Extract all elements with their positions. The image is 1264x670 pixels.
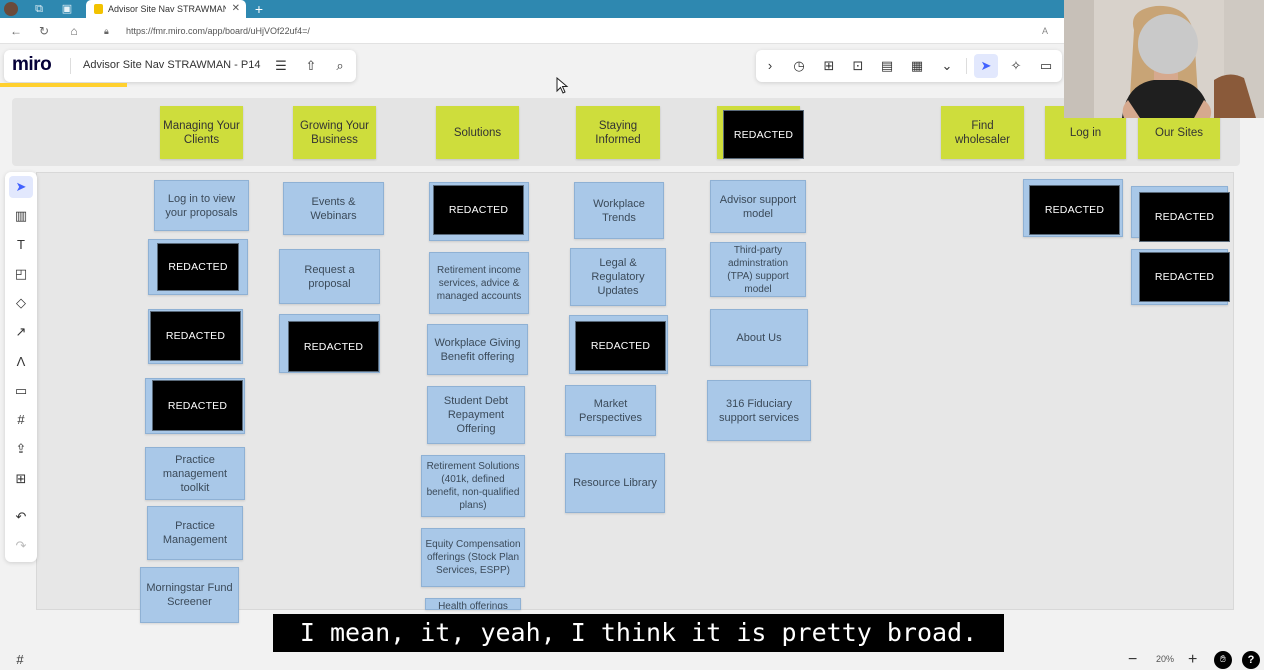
workspaces-icon[interactable]: ⧉ xyxy=(32,2,46,16)
sticky-note[interactable]: 316 Fiduciary support services xyxy=(707,380,811,441)
back-icon[interactable]: ← xyxy=(8,23,24,39)
address-bar: ← ↻ ⌂ 🔒︎ https://fmr.miro.com/app/board/… xyxy=(0,18,1064,44)
select-cursor-icon[interactable]: ➤ xyxy=(974,54,998,78)
home-icon[interactable]: ⌂ xyxy=(66,23,82,39)
sticky-note[interactable]: Log in to view your proposals xyxy=(154,180,249,231)
sticky-note[interactable]: Practice Management xyxy=(147,506,243,560)
presence-strip xyxy=(0,83,127,87)
sticky-note[interactable]: Resource Library xyxy=(565,453,665,513)
pen-icon[interactable]: Λ xyxy=(9,351,33,373)
undo-icon[interactable]: ↶ xyxy=(9,506,33,528)
redacted-block: REDACTED xyxy=(157,243,239,291)
sticky-note[interactable]: Request a proposal xyxy=(279,249,380,304)
redacted-block: REDACTED xyxy=(1139,192,1230,242)
close-tab-icon[interactable]: ✕ xyxy=(232,0,240,18)
shapes-icon[interactable]: ◇ xyxy=(9,292,33,314)
header-sticky-find-wholesaler[interactable]: Find wholesaler xyxy=(941,106,1024,159)
sticky-note[interactable]: Student Debt Repayment Offering xyxy=(427,386,525,444)
divider xyxy=(966,58,967,74)
sticky-note-icon[interactable]: ◰ xyxy=(9,263,33,285)
url-text: https://fmr.miro.com/app/board/uHjVOf22u… xyxy=(126,26,310,36)
browser-tab-active[interactable]: Advisor Site Nav STRAWMAN - P ✕ xyxy=(86,0,246,18)
redo-icon[interactable]: ↷ xyxy=(9,535,33,557)
header-sticky-solutions[interactable]: Solutions xyxy=(436,106,519,159)
miro-favicon-icon xyxy=(94,4,103,14)
select-arrow-icon[interactable]: ➤ xyxy=(9,176,33,198)
notes-list-icon[interactable]: ▦ xyxy=(909,58,925,74)
new-tab-button[interactable]: + xyxy=(252,1,266,17)
sticky-note[interactable]: Workplace Giving Benefit offering xyxy=(427,324,528,375)
connection-line-icon[interactable]: ↗ xyxy=(9,321,33,343)
share-upload-icon[interactable]: ⇧ xyxy=(303,58,319,74)
zoom-in-button[interactable]: + xyxy=(1188,650,1197,670)
read-aloud-icon[interactable]: A xyxy=(1042,22,1048,40)
redacted-block: REDACTED xyxy=(152,380,243,431)
frames-panel-icon[interactable]: # xyxy=(12,652,28,668)
redacted-block: REDACTED xyxy=(1139,252,1230,302)
timer-icon[interactable]: ◷ xyxy=(791,58,807,74)
zoom-out-button[interactable]: − xyxy=(1128,650,1137,670)
participant-video-image xyxy=(1064,0,1264,118)
hand-tool-icon[interactable]: ✋︎ xyxy=(1214,651,1232,669)
sticky-note[interactable]: Practice management toolkit xyxy=(145,447,245,500)
sticky-note[interactable]: Market Perspectives xyxy=(565,385,656,436)
miro-logo[interactable]: miro xyxy=(12,53,52,77)
header-sticky-growing[interactable]: Growing Your Business xyxy=(293,106,376,159)
frame-icon[interactable]: # xyxy=(9,409,33,431)
subtitle-caption: I mean, it, yeah, I think it is pretty b… xyxy=(273,614,1004,652)
redacted-block: REDACTED xyxy=(723,110,804,159)
profile-avatar[interactable] xyxy=(4,2,18,16)
sticky-note[interactable]: Morningstar Fund Screener xyxy=(140,567,239,623)
board-menu-panel: miro Advisor Site Nav STRAWMAN - P14 ☰ ⇧… xyxy=(4,50,356,82)
header-sticky-staying-informed[interactable]: Staying Informed xyxy=(576,106,660,159)
redacted-block: REDACTED xyxy=(150,311,241,361)
webcam-video xyxy=(1064,0,1264,118)
more-chevron-icon[interactable]: ⌄ xyxy=(939,58,955,74)
redacted-block: REDACTED xyxy=(288,321,379,372)
sticky-note[interactable]: Equity Compensation offerings (Stock Pla… xyxy=(421,528,525,587)
redacted-block: REDACTED xyxy=(575,321,666,371)
zoom-level[interactable]: 20% xyxy=(1156,654,1174,664)
redacted-block: REDACTED xyxy=(1029,185,1120,235)
sticky-note[interactable]: Retirement income services, advice & man… xyxy=(429,252,529,314)
browser-tab-bar: ⧉ ▣ Advisor Site Nav STRAWMAN - P ✕ + xyxy=(0,0,1064,18)
chevron-right-icon[interactable]: › xyxy=(762,58,778,74)
add-note-icon[interactable]: ⊞ xyxy=(821,58,837,74)
refresh-icon[interactable]: ↻ xyxy=(36,23,52,39)
lock-icon: 🔒︎ xyxy=(104,26,109,36)
tab-title: Advisor Site Nav STRAWMAN - P xyxy=(108,4,226,14)
focus-icon[interactable]: ⊡ xyxy=(850,58,866,74)
divider xyxy=(70,58,71,74)
sticky-note[interactable]: Workplace Trends xyxy=(574,182,664,239)
creation-toolbar: ➤ ▥ T ◰ ◇ ↗ Λ ▭ # ⇪ ⊞ ↶ ↷ xyxy=(5,172,37,562)
sticky-note[interactable]: Retirement Solutions (401k, defined bene… xyxy=(421,455,525,517)
sticky-note[interactable]: Advisor support model xyxy=(710,180,806,233)
templates-icon[interactable]: ▥ xyxy=(9,205,33,227)
sticky-note[interactable]: Events & Webinars xyxy=(283,182,384,235)
header-sticky-managing[interactable]: Managing Your Clients xyxy=(160,106,243,159)
comment-icon[interactable]: ▭ xyxy=(9,380,33,402)
celebrate-icon[interactable]: ✧ xyxy=(1008,58,1024,74)
text-tool-icon[interactable]: T xyxy=(9,234,33,256)
sticky-note[interactable]: Third-party adminstration (TPA) support … xyxy=(710,242,806,297)
redacted-block: REDACTED xyxy=(433,185,524,235)
help-button[interactable]: ? xyxy=(1242,651,1260,669)
sticky-note[interactable]: Legal & Regulatory Updates xyxy=(570,248,666,306)
tab-actions-icon[interactable]: ▣ xyxy=(60,2,74,16)
url-input[interactable]: 🔒︎ https://fmr.miro.com/app/board/uHjVOf… xyxy=(104,22,1054,40)
collaboration-toolbar: › ◷ ⊞ ⊡ ▤ ▦ ⌄ ➤ ✧ ▭ xyxy=(756,50,1062,82)
vote-icon[interactable]: ▤ xyxy=(879,58,895,74)
board-title[interactable]: Advisor Site Nav STRAWMAN - P14 xyxy=(83,59,260,71)
upload-icon[interactable]: ⇪ xyxy=(9,438,33,460)
search-icon[interactable]: ⌕ xyxy=(332,58,348,74)
menu-icon[interactable]: ☰ xyxy=(273,58,289,74)
sticky-note[interactable]: About Us xyxy=(710,309,808,366)
comment-icon[interactable]: ▭ xyxy=(1038,58,1054,74)
sticky-note[interactable]: Health offerings xyxy=(425,598,521,610)
zoom-controls: − 20% + ✋︎ ? xyxy=(1124,650,1264,670)
more-apps-icon[interactable]: ⊞ xyxy=(9,468,33,490)
mouse-cursor-icon xyxy=(556,77,569,94)
